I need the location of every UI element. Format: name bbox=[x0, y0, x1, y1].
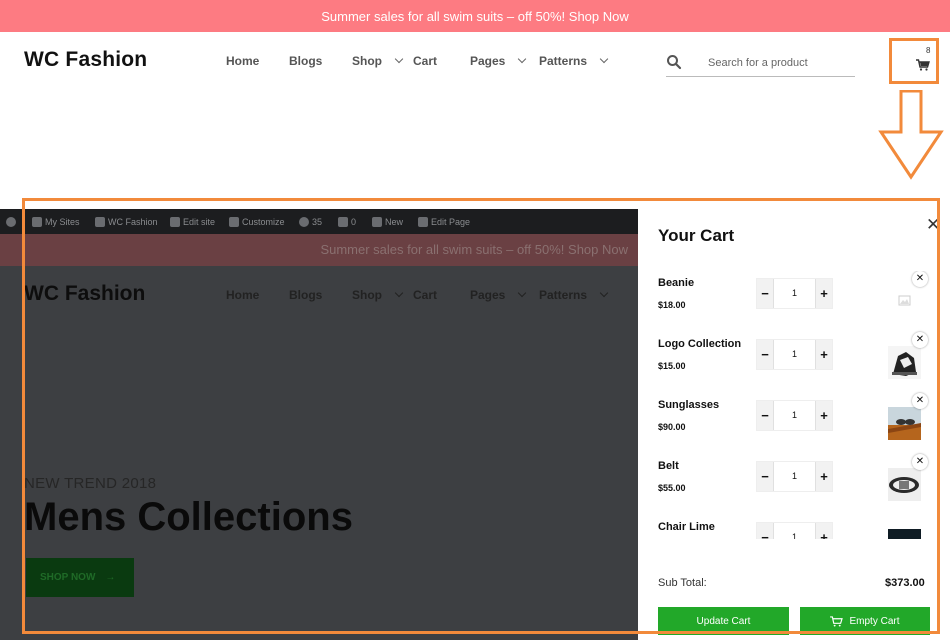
nav-item-home[interactable]: Home bbox=[226, 54, 259, 68]
site-logo[interactable]: WC Fashion bbox=[24, 48, 147, 72]
nav-label: Blogs bbox=[289, 54, 323, 68]
site-header: WC Fashion Home Blogs Shop Cart Pages Pa… bbox=[0, 32, 950, 90]
nav-label: Home bbox=[226, 54, 260, 68]
nav-item-shop[interactable]: Shop bbox=[352, 54, 404, 68]
nav-label: Shop bbox=[352, 54, 382, 68]
promo-banner-text[interactable]: Summer sales for all swim suits – off 50… bbox=[321, 9, 629, 24]
nav-label: Patterns bbox=[539, 54, 588, 68]
wordpress-icon[interactable] bbox=[6, 217, 16, 227]
cart-count-badge: 8 bbox=[926, 46, 931, 55]
nav-label: Cart bbox=[413, 54, 438, 68]
search-input[interactable] bbox=[708, 54, 853, 72]
chevron-down-icon bbox=[599, 54, 609, 64]
search-box bbox=[666, 52, 855, 77]
search-icon[interactable] bbox=[666, 54, 682, 70]
page: Summer sales for all swim suits – off 50… bbox=[0, 0, 950, 640]
nav-item-pages[interactable]: Pages bbox=[470, 54, 527, 68]
nav-item-cart[interactable]: Cart bbox=[413, 54, 437, 68]
chevron-down-icon bbox=[394, 54, 404, 64]
shopping-cart-icon bbox=[916, 59, 930, 71]
nav-item-patterns[interactable]: Patterns bbox=[539, 54, 609, 68]
annotation-arrow-down-icon bbox=[878, 90, 944, 180]
highlight-frame bbox=[22, 198, 940, 634]
promo-banner[interactable]: Summer sales for all swim suits – off 50… bbox=[0, 0, 950, 32]
chevron-down-icon bbox=[518, 54, 527, 64]
header-cart-button[interactable]: 8 bbox=[889, 38, 939, 84]
nav-label: Pages bbox=[470, 54, 506, 68]
nav-item-blogs[interactable]: Blogs bbox=[289, 54, 322, 68]
